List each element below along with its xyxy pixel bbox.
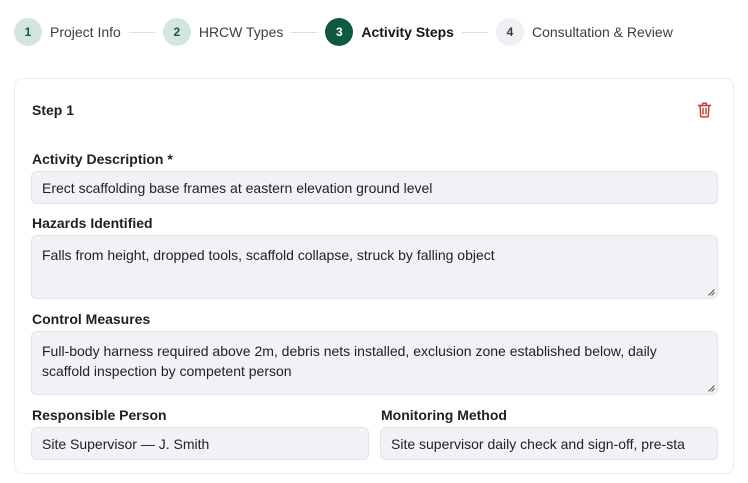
- responsible-person-value: Site Supervisor — J. Smith: [42, 435, 210, 452]
- activity-description-input[interactable]: Erect scaffolding base frames at eastern…: [31, 171, 718, 204]
- responsible-person-label: Responsible Person: [32, 407, 167, 423]
- hazards-identified-textarea[interactable]: Falls from height, dropped tools, scaffo…: [31, 235, 718, 299]
- hazards-identified-value: Falls from height, dropped tools, scaffo…: [42, 247, 495, 263]
- delete-step-button[interactable]: [695, 100, 713, 120]
- control-measures-value: Full-body harness required above 2m, deb…: [42, 343, 657, 379]
- control-measures-label: Control Measures: [32, 311, 151, 327]
- responsible-person-input[interactable]: Site Supervisor — J. Smith: [31, 427, 369, 460]
- activity-description-label: Activity Description *: [32, 151, 173, 167]
- control-measures-textarea[interactable]: Full-body harness required above 2m, deb…: [31, 331, 718, 395]
- step-number: 4: [495, 18, 524, 46]
- step-connector: [128, 31, 155, 33]
- activity-step-card: Step 1 Activity Description * Erect scaf…: [14, 78, 734, 474]
- step-label: Activity Steps: [361, 24, 454, 40]
- monitoring-method-value: Site supervisor daily check and sign-off…: [391, 435, 685, 452]
- wizard-stepper: 1 Project Info 2 HRCW Types 3 Activity S…: [14, 18, 673, 46]
- step-label: Consultation & Review: [531, 24, 673, 40]
- monitoring-method-input[interactable]: Site supervisor daily check and sign-off…: [380, 427, 718, 460]
- resize-handle-icon[interactable]: [707, 384, 715, 392]
- step-consultation-review[interactable]: 4 Consultation & Review: [495, 18, 673, 46]
- hazards-identified-label: Hazards Identified: [32, 215, 153, 231]
- step-number: 3: [325, 18, 354, 46]
- step-number: 1: [14, 18, 42, 46]
- step-number: 2: [162, 18, 191, 46]
- trash-icon: [697, 102, 711, 118]
- activity-description-value: Erect scaffolding base frames at eastern…: [42, 179, 433, 196]
- step-label: Project Info: [50, 24, 121, 40]
- monitoring-method-label: Monitoring Method: [381, 407, 507, 423]
- step-project-info[interactable]: 1 Project Info: [14, 18, 121, 46]
- resize-handle-icon[interactable]: [707, 288, 715, 296]
- step-connector: [291, 31, 318, 33]
- step-connector: [461, 31, 488, 33]
- step-title: Step 1: [32, 102, 75, 118]
- step-activity-steps[interactable]: 3 Activity Steps: [325, 18, 454, 46]
- step-label: HRCW Types: [198, 24, 284, 40]
- step-hrcw-types[interactable]: 2 HRCW Types: [162, 18, 284, 46]
